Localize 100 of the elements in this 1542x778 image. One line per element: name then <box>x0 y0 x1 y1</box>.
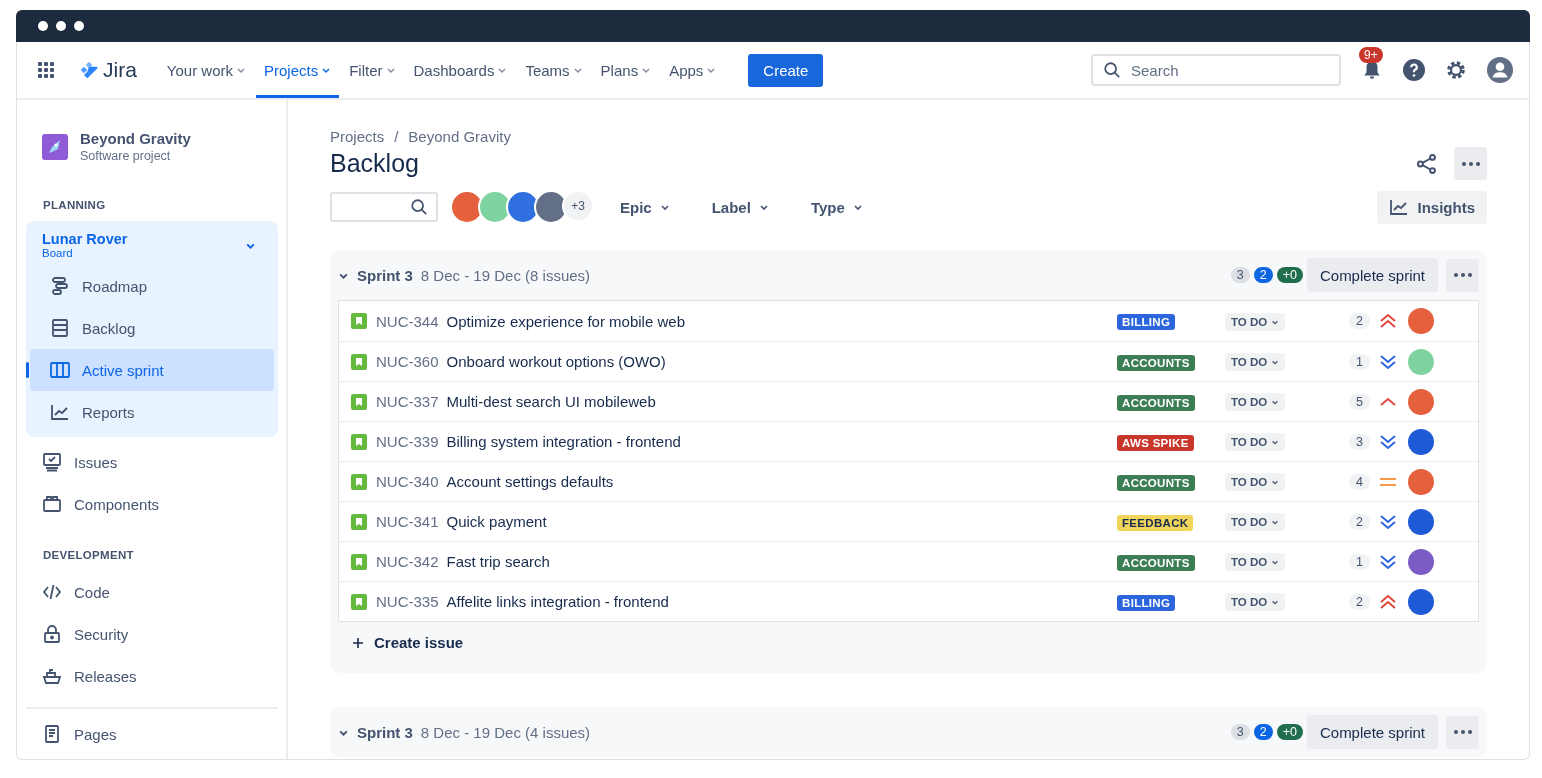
issue-row[interactable]: NUC-360 Onboard workout options (OWO) ACCOUNTS TO DO 1 <box>339 341 1478 381</box>
page-title: Backlog <box>330 149 419 178</box>
status-dropdown[interactable]: TO DO <box>1225 312 1286 331</box>
create-button[interactable]: Create <box>748 53 824 87</box>
issue-count: 3 <box>1230 267 1250 283</box>
complete-sprint-button[interactable]: Complete sprint <box>1306 715 1438 749</box>
search-input[interactable]: Search <box>1129 60 1329 80</box>
nav-menu-item[interactable]: Teams <box>517 42 591 98</box>
help-icon[interactable] <box>1403 59 1425 81</box>
more-users-count[interactable]: +3 <box>562 190 594 222</box>
chevron-down-icon <box>385 65 396 75</box>
issue-key[interactable]: NUC-342 <box>376 553 439 570</box>
issue-row[interactable]: NUC-337 Multi-dest search UI mobileweb ACCOUNTS TO DO 5 <box>339 381 1478 421</box>
issue-key[interactable]: NUC-344 <box>376 312 439 330</box>
breadcrumb-link[interactable]: Beyond Gravity <box>408 128 511 145</box>
issue-key[interactable]: NUC-360 <box>376 353 439 370</box>
product-name[interactable]: Jira <box>103 58 137 82</box>
more-actions-button[interactable] <box>1454 147 1487 180</box>
issue-count: +0 <box>1276 267 1303 283</box>
board-selector[interactable]: Lunar Rover Board <box>30 229 274 265</box>
sidebar-item[interactable]: Issues <box>26 441 278 483</box>
assignee-avatar[interactable] <box>1408 548 1434 575</box>
issue-key[interactable]: NUC-340 <box>376 473 439 490</box>
breadcrumb-link[interactable]: Projects <box>330 128 385 145</box>
settings-icon[interactable] <box>1445 59 1467 81</box>
nav-menu-item[interactable]: Your work <box>158 42 254 98</box>
assignee-avatar[interactable] <box>1408 588 1434 615</box>
nav-menu-item[interactable]: Apps <box>661 42 725 98</box>
insights-button[interactable]: Insights <box>1377 190 1487 224</box>
more-actions-button[interactable] <box>1446 258 1479 292</box>
nav-menu-item[interactable]: Filter <box>341 42 404 98</box>
issue-count: +0 <box>1276 724 1303 740</box>
issue-row[interactable]: NUC-342 Fast trip search ACCOUNTS TO DO 1 <box>339 541 1478 581</box>
chevron-down-icon <box>321 65 332 75</box>
assignee-avatar[interactable] <box>1408 428 1434 455</box>
sidebar-item[interactable]: Pages <box>26 713 278 755</box>
issue-key[interactable]: NUC-335 <box>376 593 439 610</box>
status-dropdown[interactable]: TO DO <box>1225 433 1286 451</box>
stack-icon <box>50 318 70 338</box>
chevron-down-icon <box>1271 398 1280 406</box>
chevron-down-icon <box>1271 478 1280 486</box>
search-field[interactable]: Search <box>1091 54 1341 86</box>
sidebar-item[interactable]: Reports <box>30 391 274 433</box>
nav-menu-item[interactable]: Projects <box>256 42 340 98</box>
issue-row[interactable]: NUC-344 Optimize experience for mobile web BILLING TO DO 2 <box>339 301 1478 341</box>
sprint-name: Sprint 3 <box>357 723 413 741</box>
issue-summary: Account settings defaults <box>446 473 615 490</box>
issue-row[interactable]: NUC-341 Quick payment FEEDBACK TO DO 2 <box>339 501 1478 541</box>
sidebar-item[interactable]: Code <box>26 571 278 613</box>
assignee-avatar[interactable] <box>1408 388 1434 415</box>
filter-dropdown[interactable]: Label <box>705 194 775 220</box>
search-icon <box>1103 61 1121 79</box>
more-icon <box>1453 730 1472 734</box>
status-dropdown[interactable]: TO DO <box>1225 353 1286 371</box>
filter-dropdown[interactable]: Type <box>804 194 869 220</box>
nav-menu-item[interactable]: Dashboards <box>405 42 516 98</box>
story-icon <box>351 473 367 490</box>
more-icon <box>1461 161 1480 166</box>
complete-sprint-button[interactable]: Complete sprint <box>1306 258 1438 292</box>
create-issue-button[interactable]: Create issue <box>338 622 478 665</box>
sidebar-item[interactable]: Components <box>26 483 278 525</box>
status-dropdown[interactable]: TO DO <box>1225 393 1286 411</box>
issue-key[interactable]: NUC-339 <box>376 433 439 450</box>
assignee-avatar[interactable] <box>1408 468 1434 495</box>
rocket-icon <box>42 133 68 160</box>
issue-key[interactable]: NUC-337 <box>376 393 439 410</box>
story-points: 1 <box>1349 553 1370 570</box>
more-actions-button[interactable] <box>1446 715 1479 749</box>
issue-summary: Quick payment <box>446 513 548 530</box>
filter-dropdown[interactable]: Epic <box>614 194 676 220</box>
sidebar-item[interactable]: Security <box>26 613 278 655</box>
issue-summary: Onboard workout options (OWO) <box>446 353 667 370</box>
sidebar-item[interactable]: Roadmap <box>30 265 274 307</box>
assignee-avatar[interactable] <box>1408 308 1434 334</box>
user-avatar-icon[interactable] <box>1487 57 1513 83</box>
issue-label: FEEDBACK <box>1117 514 1194 531</box>
search-icon <box>410 198 428 216</box>
issue-row[interactable]: NUC-339 Billing system integration - frontend AWS SPIKE TO DO 3 <box>339 421 1478 461</box>
status-dropdown[interactable]: TO DO <box>1225 473 1286 491</box>
sprint-dates: 8 Dec - 19 Dec (8 issues) <box>420 266 591 284</box>
status-dropdown[interactable]: TO DO <box>1225 553 1286 571</box>
issue-summary: Billing system integration - frontend <box>446 433 682 450</box>
issue-row[interactable]: NUC-340 Account settings defaults ACCOUNTS TO DO 4 <box>339 461 1478 501</box>
issue-label: BILLING <box>1117 314 1176 330</box>
issue-row[interactable]: NUC-335 Affelite links integration - frontend BILLING TO DO 2 <box>339 581 1478 621</box>
section-heading: PLANNING <box>42 198 107 213</box>
chevron-down-icon <box>659 202 670 212</box>
sidebar-item[interactable]: Releases <box>26 655 278 697</box>
sidebar-item[interactable]: Backlog <box>30 307 274 349</box>
chart-icon <box>50 402 70 422</box>
status-dropdown[interactable]: TO DO <box>1225 513 1286 531</box>
issue-key[interactable]: NUC-341 <box>376 513 439 530</box>
nav-menu-item[interactable]: Plans <box>592 42 660 98</box>
share-icon[interactable] <box>1416 152 1438 175</box>
roadmap-icon <box>50 276 70 296</box>
status-dropdown[interactable]: TO DO <box>1225 593 1286 611</box>
chevron-down-icon <box>497 65 508 75</box>
assignee-avatar[interactable] <box>1408 508 1434 535</box>
app-grid-icon[interactable] <box>37 61 55 79</box>
search-field[interactable] <box>330 192 438 222</box>
